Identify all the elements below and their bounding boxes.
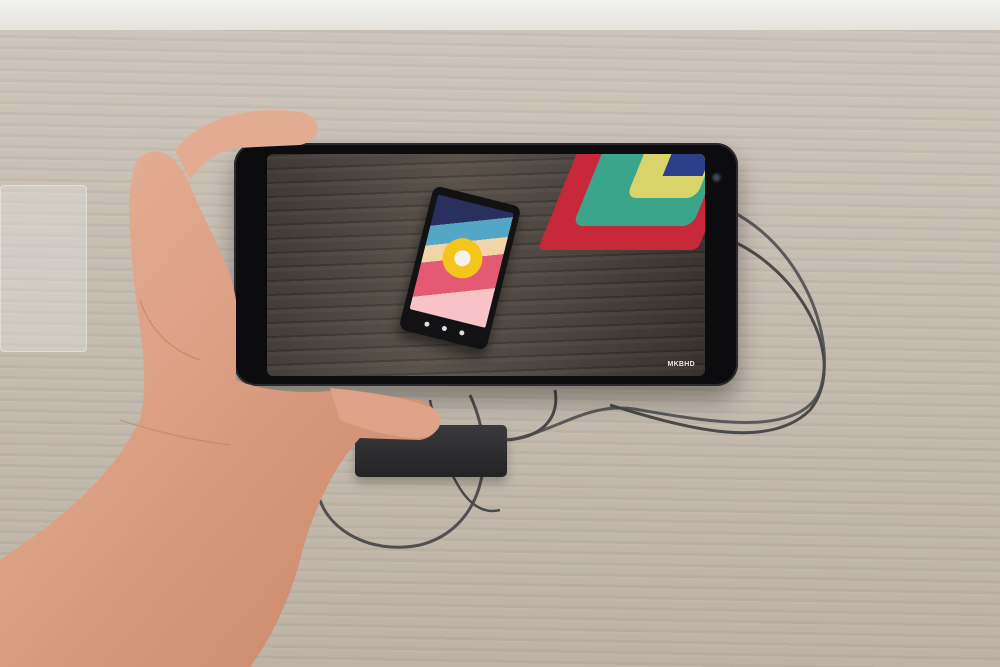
photo-scene: MKBHD: [0, 0, 1000, 667]
thumb: [175, 110, 318, 180]
hand: [0, 110, 441, 667]
